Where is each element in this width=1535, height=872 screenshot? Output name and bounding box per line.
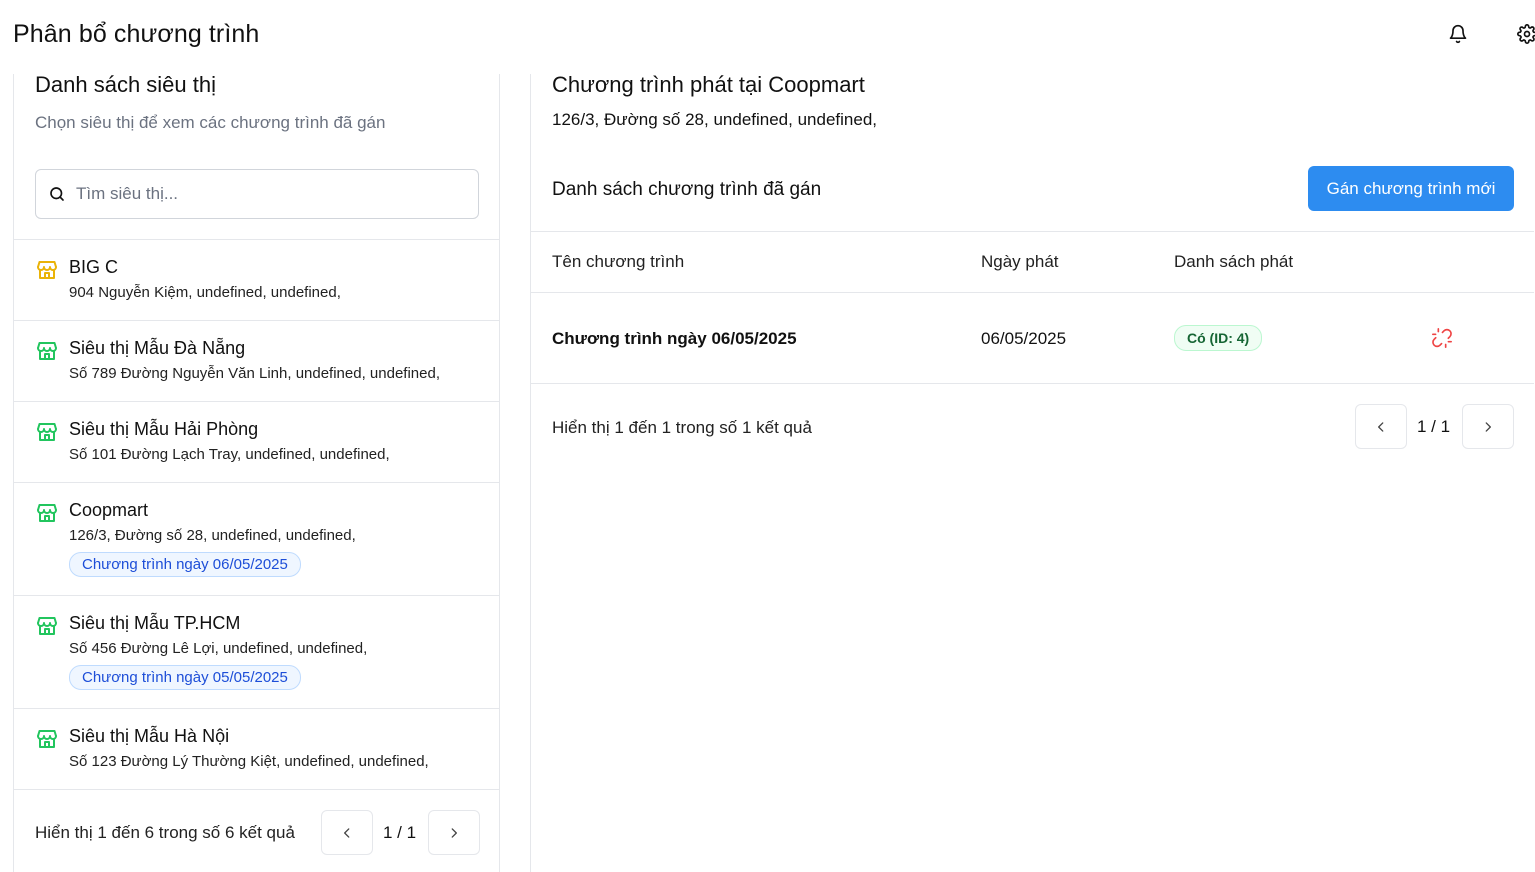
store-address: Số 789 Đường Nguyễn Văn Linh, undefined,… bbox=[69, 365, 440, 382]
assigned-programs-title: Danh sách chương trình đã gán bbox=[552, 179, 822, 200]
store-list-subtitle: Chọn siêu thị để xem các chương trình đã… bbox=[35, 113, 386, 132]
store-address: Số 456 Đường Lê Lợi, undefined, undefine… bbox=[69, 640, 368, 657]
chevron-left-icon bbox=[344, 827, 350, 838]
assign-program-button[interactable]: Gán chương trình mới bbox=[1308, 166, 1514, 211]
next-page-button[interactable] bbox=[428, 810, 480, 855]
program-panel-title: Chương trình phát tại Coopmart bbox=[552, 72, 865, 97]
program-page-indicator: 1 / 1 bbox=[1417, 417, 1451, 436]
program-date-cell: 06/05/2025 bbox=[981, 329, 1067, 348]
page-indicator: 1 / 1 bbox=[383, 823, 417, 842]
search-icon bbox=[48, 185, 66, 203]
store-list-panel: Danh sách siêu thị Chọn siêu thị để xem … bbox=[13, 72, 500, 872]
store-list: BIG C 904 Nguyễn Kiệm, undefined, undefin… bbox=[14, 239, 499, 790]
bell-icon[interactable] bbox=[1446, 22, 1470, 46]
unlink-icon[interactable] bbox=[1431, 327, 1453, 349]
table-header: Tên chương trình Ngày phát Danh sách phá… bbox=[531, 232, 1534, 293]
store-list-pagination: Hiển thị 1 đến 6 trong số 6 kết quả 1 / … bbox=[14, 789, 499, 855]
store-address: 126/3, Đường số 28, undefined, undefined… bbox=[69, 527, 356, 544]
column-header-name: Tên chương trình bbox=[552, 252, 685, 271]
store-list-summary: Hiển thị 1 đến 6 trong số 6 kết quả bbox=[35, 823, 295, 842]
store-list-title: Danh sách siêu thị bbox=[35, 72, 216, 97]
store-icon bbox=[35, 614, 59, 638]
program-name-cell: Chương trình ngày 06/05/2025 bbox=[552, 329, 797, 348]
prev-page-button[interactable] bbox=[321, 810, 373, 855]
column-header-date: Ngày phát bbox=[981, 252, 1059, 271]
chevron-left-icon bbox=[1378, 421, 1384, 432]
store-icon bbox=[35, 727, 59, 751]
store-name: Siêu thị Mẫu Hải Phòng bbox=[69, 419, 259, 439]
store-list-item[interactable]: BIG C 904 Nguyễn Kiệm, undefined, undefin… bbox=[14, 240, 499, 321]
store-name: BIG C bbox=[69, 257, 119, 277]
program-prev-page-button[interactable] bbox=[1355, 404, 1407, 449]
table-row: Chương trình ngày 06/05/2025 06/05/2025 … bbox=[531, 293, 1534, 384]
store-search-input[interactable] bbox=[76, 184, 456, 204]
assigned-program-tag: Chương trình ngày 05/05/2025 bbox=[69, 665, 301, 690]
program-next-page-button[interactable] bbox=[1462, 404, 1514, 449]
playlist-status-badge: Có (ID: 4) bbox=[1174, 325, 1263, 351]
store-name: Siêu thị Mẫu Hà Nội bbox=[69, 726, 230, 746]
program-panel: Chương trình phát tại Coopmart 126/3, Đư… bbox=[530, 72, 1535, 872]
column-header-playlist: Danh sách phát bbox=[1174, 252, 1294, 271]
store-list-item[interactable]: Siêu thị Mẫu Đà Nẵng Số 789 Đường Nguyễn … bbox=[14, 321, 499, 402]
store-address: 904 Nguyễn Kiệm, undefined, undefined, bbox=[69, 284, 341, 301]
store-list-item[interactable]: Coopmart 126/3, Đường số 28, undefined, u… bbox=[14, 483, 499, 596]
store-icon bbox=[35, 258, 59, 282]
store-list-item[interactable]: Siêu thị Mẫu TP.HCM Số 456 Đường Lê Lợi, … bbox=[14, 596, 499, 709]
store-icon bbox=[35, 501, 59, 525]
top-bar: Phân bổ chương trình bbox=[0, 0, 1535, 74]
store-name: Siêu thị Mẫu TP.HCM bbox=[69, 613, 241, 633]
store-name: Coopmart bbox=[69, 500, 149, 520]
store-search-box[interactable] bbox=[35, 169, 479, 219]
page-title: Phân bổ chương trình bbox=[13, 20, 260, 48]
program-table: Tên chương trình Ngày phát Danh sách phá… bbox=[531, 231, 1534, 384]
chevron-right-icon bbox=[1485, 421, 1491, 432]
store-address: Số 101 Đường Lạch Tray, undefined, undef… bbox=[69, 446, 390, 463]
store-address: Số 123 Đường Lý Thường Kiệt, undefined, … bbox=[69, 753, 429, 770]
store-address: 126/3, Đường số 28, undefined, undefined… bbox=[552, 110, 877, 129]
gear-icon[interactable] bbox=[1515, 22, 1535, 46]
program-list-summary: Hiển thị 1 đến 1 trong số 1 kết quả bbox=[552, 418, 812, 437]
store-icon bbox=[35, 339, 59, 363]
store-list-item[interactable]: Siêu thị Mẫu Hà Nội Số 123 Đường Lý Thườn… bbox=[14, 709, 499, 790]
store-list-item[interactable]: Siêu thị Mẫu Hải Phòng Số 101 Đường Lạch … bbox=[14, 402, 499, 483]
assigned-program-tag: Chương trình ngày 06/05/2025 bbox=[69, 552, 301, 577]
store-icon bbox=[35, 420, 59, 444]
chevron-right-icon bbox=[451, 827, 457, 838]
store-name: Siêu thị Mẫu Đà Nẵng bbox=[69, 338, 246, 358]
